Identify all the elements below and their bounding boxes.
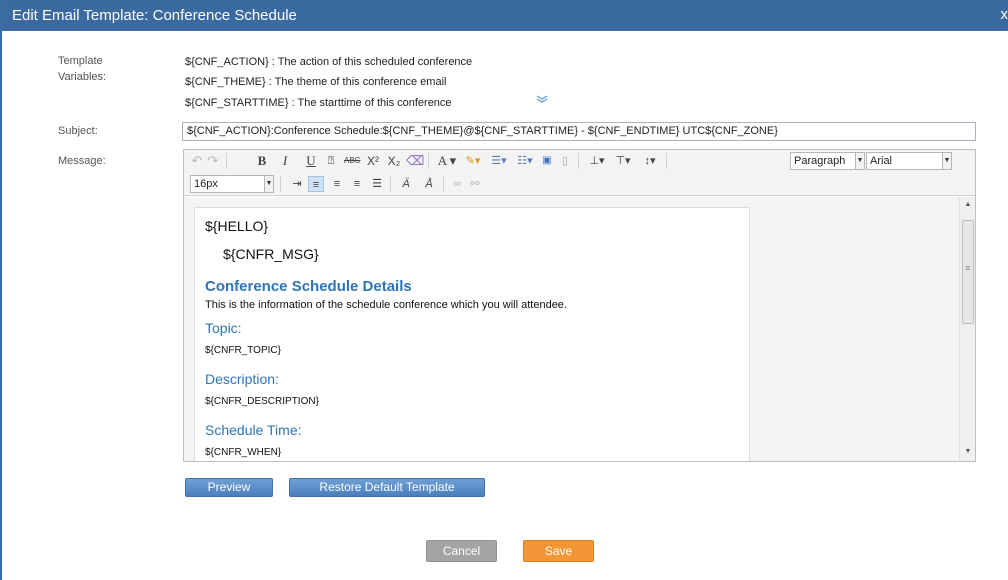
description-label: Description: [205,371,279,387]
description-value: ${CNFR_DESCRIPTION} [205,396,319,407]
numbered-list-icon[interactable]: ☷▾ [514,153,536,169]
rich-text-editor: ↶ ↷ B I U ⍰ ABC X² X₂ ⌫ A ▾ ✎▾ ☰▾ ☷▾ ▣ ▯… [183,149,976,462]
text-color-icon[interactable]: A ▾ [436,153,458,169]
font-family-select[interactable]: Arial ▼ [866,152,952,170]
align-justify-icon[interactable]: ☰ [370,176,384,192]
save-button[interactable]: Save [523,540,594,562]
highlight-color-icon[interactable]: ✎▾ [462,153,484,169]
toolbar-separator [428,153,429,169]
paragraph-format-select[interactable]: Paragraph ▼ [790,152,865,170]
chevron-down-icon: ▼ [264,176,273,192]
table-icon[interactable]: ⊤▾ [612,153,634,169]
subscript-icon[interactable]: X₂ [386,153,402,169]
details-heading: Conference Schedule Details [205,278,412,295]
topic-label: Topic: [205,320,242,336]
toolbar-separator [280,176,281,192]
restore-default-template-button[interactable]: Restore Default Template [289,478,485,497]
italic-icon[interactable]: I [278,153,292,169]
variable-cnf-theme: ${CNF_THEME} : The theme of this confere… [185,76,447,88]
schedule-time-label: Schedule Time: [205,422,302,438]
bold-icon[interactable]: B [255,153,269,169]
anchor-icon[interactable]: ▣ [540,153,554,169]
link-icon[interactable]: ∞ [450,176,464,192]
editor-content-area[interactable]: ${HELLO} ${CNFR_MSG} Conference Schedule… [184,197,959,461]
paragraph-format-value: Paragraph [794,155,846,167]
font-size-increase-icon[interactable]: Å [421,176,437,192]
details-intro: This is the information of the schedule … [205,299,567,311]
horizontal-rule-icon[interactable]: ⊥▾ [586,153,608,169]
undo-icon[interactable]: ↶ [190,153,204,169]
toolbar-separator [443,176,444,192]
toolbar-separator [578,153,579,169]
clear-formatting-icon[interactable]: ⌫ [406,153,424,169]
close-icon[interactable]: x [1001,6,1008,23]
grip-icon: ≡ [965,263,971,273]
scroll-up-icon[interactable]: ▲ [960,198,976,212]
edit-email-template-dialog: Edit Email Template: Conference Schedule… [0,0,1008,580]
schedule-time-value: ${CNFR_WHEN} [205,447,282,458]
subject-label: Subject: [58,125,98,137]
editor-toolbar: ↶ ↷ B I U ⍰ ABC X² X₂ ⌫ A ▾ ✎▾ ☰▾ ☷▾ ▣ ▯… [184,150,975,196]
subject-input[interactable]: ${CNF_ACTION}:Conference Schedule:${CNF_… [182,122,976,141]
variable-cnf-starttime: ${CNF_STARTTIME} : The starttime of this… [185,97,452,109]
font-size-decrease-icon[interactable]: Ä [398,176,414,192]
cancel-button[interactable]: Cancel [426,540,497,562]
double-chevron-down-icon[interactable] [535,94,549,104]
toolbar-separator [666,153,667,169]
page-icon[interactable]: ▯ [558,153,572,169]
underline-icon[interactable]: U [304,153,318,169]
line-height-icon[interactable]: ↕▾ [639,153,661,169]
font-family-value: Arial [870,155,893,167]
align-left-icon[interactable]: ≡ [308,176,324,192]
indent-icon[interactable]: ⇥ [290,176,304,192]
scroll-down-icon[interactable]: ▼ [960,445,976,459]
toolbar-separator [390,176,391,192]
superscript-icon[interactable]: X² [365,153,381,169]
template-variables-label-line1: Template [58,55,103,67]
scrollbar-thumb[interactable]: ≡ [962,220,974,324]
align-right-icon[interactable]: ≡ [350,176,364,192]
toolbar-separator [226,153,227,169]
bulleted-list-icon[interactable]: ☰▾ [488,153,510,169]
dialog-titlebar: Edit Email Template: Conference Schedule… [2,0,1008,31]
chevron-down-icon: ▼ [855,153,864,169]
editor-document: ${HELLO} ${CNFR_MSG} Conference Schedule… [194,207,750,461]
align-center-icon[interactable]: ≡ [330,176,344,192]
preview-button[interactable]: Preview [185,478,273,497]
unlink-icon[interactable]: ⚯ [468,176,482,192]
chevron-down-icon: ▼ [942,153,951,169]
dialog-title: Edit Email Template: Conference Schedule [12,7,297,24]
redo-icon[interactable]: ↷ [206,153,220,169]
template-variables-label-line2: Variables: [58,71,107,83]
topic-value: ${CNFR_TOPIC} [205,345,281,356]
message-label: Message: [58,155,106,167]
font-size-value: 16px [194,178,218,190]
strikethrough-icon[interactable]: ABC [344,153,360,169]
variable-cnf-action: ${CNF_ACTION} : The action of this sched… [185,56,473,68]
hello-placeholder: ${HELLO} [205,218,269,234]
message-placeholder: ${CNFR_MSG} [223,246,319,262]
text-frame-icon[interactable]: ⍰ [324,153,338,169]
font-size-select[interactable]: 16px ▼ [190,175,274,193]
editor-scrollbar[interactable]: ▲ ≡ ▼ [959,197,975,461]
